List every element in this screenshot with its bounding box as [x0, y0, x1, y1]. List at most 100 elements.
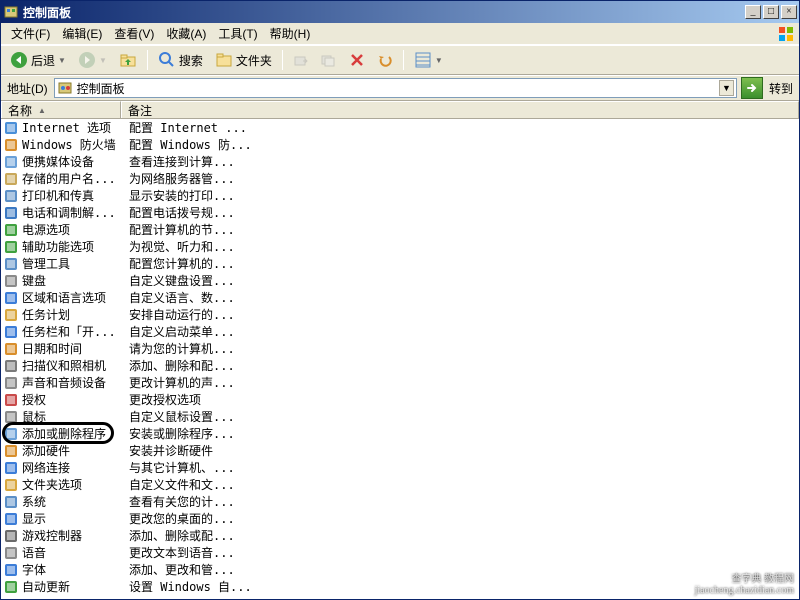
item-desc: 自定义鼠标设置... — [121, 408, 235, 425]
back-button[interactable]: 后退 ▼ — [5, 48, 71, 72]
item-desc: 添加、更改和管... — [121, 561, 235, 578]
item-icon — [3, 460, 19, 476]
item-name: 添加或删除程序 — [22, 425, 121, 442]
item-name: 区域和语言选项 — [22, 289, 121, 306]
item-icon — [3, 222, 19, 238]
list-item[interactable]: 区域和语言选项自定义语言、数... — [1, 289, 799, 306]
column-name[interactable]: 名称 ▲ — [1, 101, 121, 118]
list-item[interactable]: 鼠标自定义鼠标设置... — [1, 408, 799, 425]
list-item[interactable]: 网络连接与其它计算机、... — [1, 459, 799, 476]
forward-icon — [78, 51, 96, 69]
item-icon — [3, 358, 19, 374]
item-desc: 更改计算机的声... — [121, 374, 235, 391]
item-desc: 添加、删除和配... — [121, 357, 235, 374]
item-name: 存储的用户名... — [22, 170, 121, 187]
close-button[interactable]: × — [781, 5, 797, 19]
item-icon — [3, 375, 19, 391]
item-name: 声音和音频设备 — [22, 374, 121, 391]
separator — [282, 50, 283, 70]
views-button[interactable]: ▼ — [409, 48, 448, 72]
list-item[interactable]: 日期和时间请为您的计算机... — [1, 340, 799, 357]
list-item[interactable]: 文件夹选项自定义文件和文... — [1, 476, 799, 493]
item-name: 打印机和传真 — [22, 187, 121, 204]
item-icon — [3, 562, 19, 578]
item-name: 网络连接 — [22, 459, 121, 476]
item-icon — [3, 477, 19, 493]
control-panel-icon — [57, 80, 73, 96]
item-desc: 查看有关您的计... — [121, 493, 235, 510]
forward-button: ▼ — [73, 48, 112, 72]
undo-button[interactable] — [372, 48, 398, 72]
list-item[interactable]: 系统查看有关您的计... — [1, 493, 799, 510]
list-item[interactable]: 字体添加、更改和管... — [1, 561, 799, 578]
menu-edit[interactable]: 编辑(E) — [56, 23, 108, 44]
go-arrow-icon — [745, 81, 759, 95]
item-name: 电话和调制解... — [22, 204, 121, 221]
list-item[interactable]: 键盘自定义键盘设置... — [1, 272, 799, 289]
list-item[interactable]: 添加硬件安装并诊断硬件 — [1, 442, 799, 459]
list-item[interactable]: 自动更新设置 Windows 自... — [1, 578, 799, 595]
maximize-button[interactable]: □ — [763, 5, 779, 19]
item-name: 任务栏和「开... — [22, 323, 121, 340]
item-icon — [3, 256, 19, 272]
menu-view[interactable]: 查看(V) — [108, 23, 160, 44]
item-name: 辅助功能选项 — [22, 238, 121, 255]
list-item[interactable]: 声音和音频设备更改计算机的声... — [1, 374, 799, 391]
separator — [147, 50, 148, 70]
list-item[interactable]: 辅助功能选项为视觉、听力和... — [1, 238, 799, 255]
toolbar: 后退 ▼ ▼ 搜索 文件夹 ▼ — [1, 45, 799, 75]
column-desc[interactable]: 备注 — [121, 101, 799, 118]
list-item[interactable]: 游戏控制器添加、删除或配... — [1, 527, 799, 544]
list-item[interactable]: 显示更改您的桌面的... — [1, 510, 799, 527]
item-desc: 安装并诊断硬件 — [121, 442, 213, 459]
menu-help[interactable]: 帮助(H) — [264, 23, 317, 44]
list-item[interactable]: 语音更改文本到语音... — [1, 544, 799, 561]
address-combo[interactable]: 控制面板 ▼ — [54, 78, 737, 98]
list-item[interactable]: 电话和调制解...配置电话拨号规... — [1, 204, 799, 221]
menu-tools[interactable]: 工具(T) — [212, 23, 263, 44]
delete-button[interactable] — [344, 48, 370, 72]
list-item[interactable]: Windows 防火墙配置 Windows 防... — [1, 136, 799, 153]
list-item[interactable]: Internet 选项配置 Internet ... — [1, 119, 799, 136]
search-icon — [158, 51, 176, 69]
item-icon — [3, 511, 19, 527]
item-desc: 设置 Windows 自... — [121, 578, 252, 595]
list-item[interactable]: 任务计划安排自动运行的... — [1, 306, 799, 323]
item-desc: 安排自动运行的... — [121, 306, 235, 323]
item-name: 系统 — [22, 493, 121, 510]
menu-file[interactable]: 文件(F) — [5, 23, 56, 44]
go-button[interactable] — [741, 77, 763, 99]
item-desc: 自定义文件和文... — [121, 476, 235, 493]
folders-button[interactable]: 文件夹 — [210, 48, 277, 72]
list-item[interactable]: 电源选项配置计算机的节... — [1, 221, 799, 238]
list-item[interactable]: 便携媒体设备查看连接到计算... — [1, 153, 799, 170]
watermark: 查字典 教程网 jiaocheng.chazidian.com — [695, 574, 794, 596]
window-title: 控制面板 — [23, 4, 745, 21]
item-desc: 配置计算机的节... — [121, 221, 235, 238]
search-button[interactable]: 搜索 — [153, 48, 208, 72]
item-icon — [3, 188, 19, 204]
up-button[interactable] — [114, 48, 142, 72]
item-name: 日期和时间 — [22, 340, 121, 357]
window: 控制面板 _ □ × 文件(F) 编辑(E) 查看(V) 收藏(A) 工具(T)… — [0, 0, 800, 600]
minimize-button[interactable]: _ — [745, 5, 761, 19]
list-area[interactable]: Internet 选项配置 Internet ...Windows 防火墙配置 … — [1, 119, 799, 599]
list-item[interactable]: 管理工具配置您计算机的... — [1, 255, 799, 272]
item-desc: 为视觉、听力和... — [121, 238, 235, 255]
menu-favorites[interactable]: 收藏(A) — [160, 23, 212, 44]
item-name: 电源选项 — [22, 221, 121, 238]
back-icon — [10, 51, 28, 69]
list-item[interactable]: 扫描仪和照相机添加、删除和配... — [1, 357, 799, 374]
list-item[interactable]: 存储的用户名...为网络服务器管... — [1, 170, 799, 187]
address-dropdown-arrow[interactable]: ▼ — [719, 80, 734, 96]
item-icon — [3, 494, 19, 510]
titlebar[interactable]: 控制面板 _ □ × — [1, 1, 799, 23]
list-item[interactable]: 打印机和传真显示安装的打印... — [1, 187, 799, 204]
item-icon — [3, 579, 19, 595]
list-item[interactable]: 添加或删除程序安装或删除程序... — [1, 425, 799, 442]
list-item[interactable]: 任务栏和「开...自定义启动菜单... — [1, 323, 799, 340]
item-desc: 自定义语言、数... — [121, 289, 235, 306]
folders-icon — [215, 51, 233, 69]
list-item[interactable]: 授权更改授权选项 — [1, 391, 799, 408]
item-desc: 查看连接到计算... — [121, 153, 235, 170]
